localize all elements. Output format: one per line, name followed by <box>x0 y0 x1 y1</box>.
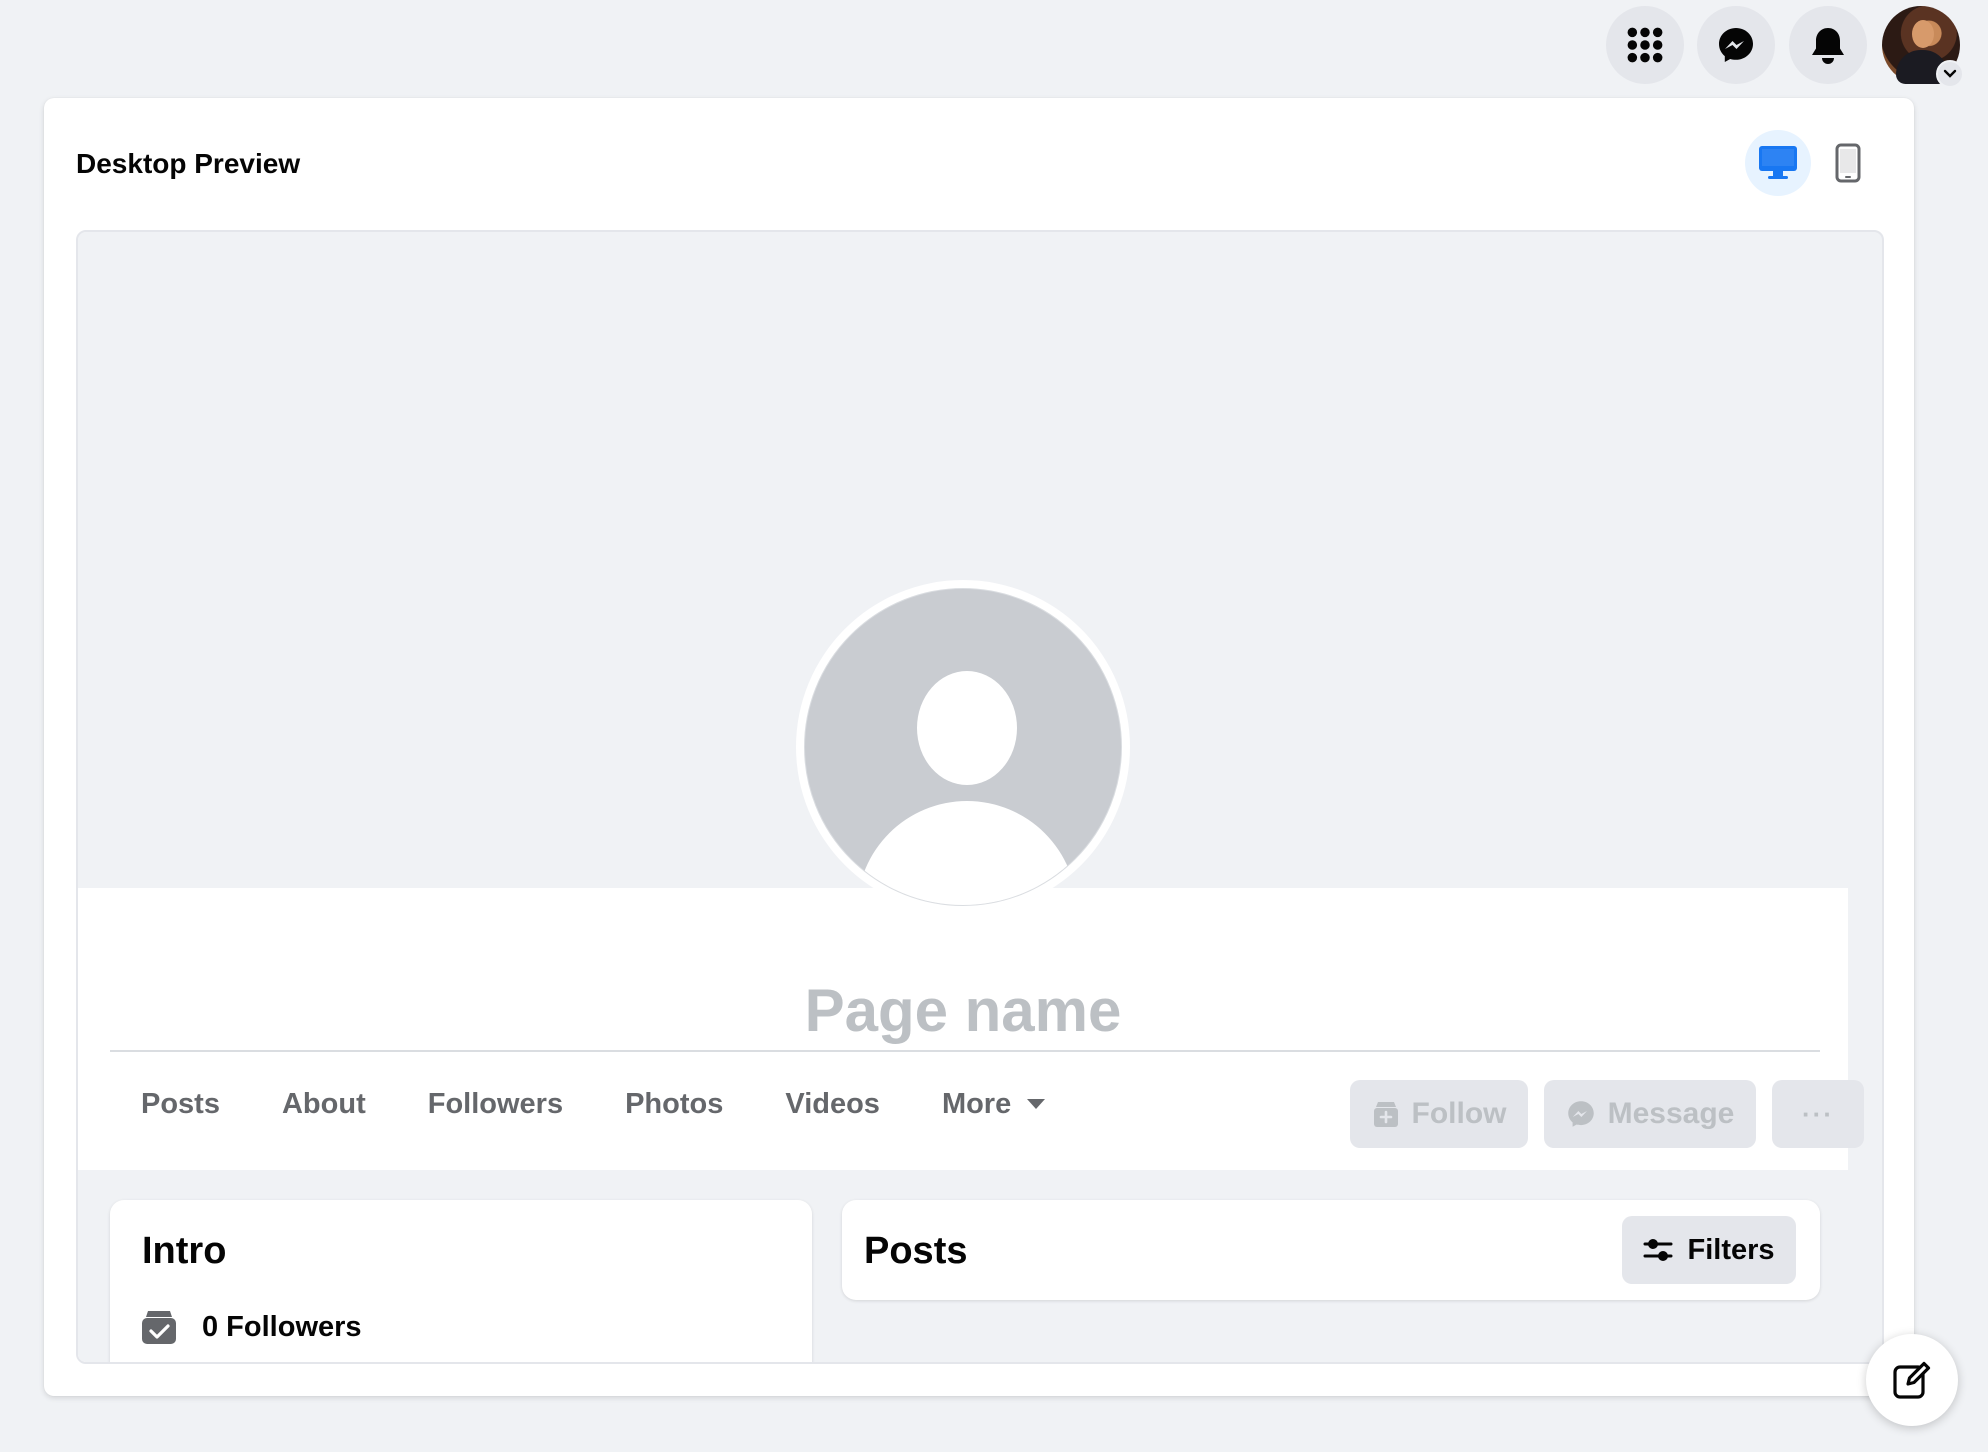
sliders-icon <box>1643 1239 1673 1261</box>
caret-down-icon <box>1027 1099 1046 1109</box>
notifications-button[interactable] <box>1789 6 1867 84</box>
intro-title: Intro <box>142 1230 227 1272</box>
tab-posts[interactable]: Posts <box>110 1068 251 1140</box>
followers-checkbox-icon <box>142 1311 176 1344</box>
tab-photos[interactable]: Photos <box>594 1068 754 1140</box>
tab-more[interactable]: More <box>911 1068 1076 1140</box>
account-avatar[interactable] <box>1882 6 1964 88</box>
message-button[interactable]: Message <box>1544 1080 1756 1148</box>
follow-button[interactable]: Follow <box>1350 1080 1528 1148</box>
messenger-button[interactable] <box>1697 6 1775 84</box>
page-name: Page name <box>804 977 1122 1044</box>
mobile-view-button[interactable] <box>1815 130 1881 196</box>
header-divider <box>110 1050 1820 1052</box>
avatar-face <box>1912 20 1934 48</box>
more-options-icon: ··· <box>1802 1098 1834 1129</box>
tab-followers[interactable]: Followers <box>397 1068 594 1140</box>
messenger-icon <box>1719 28 1753 62</box>
follow-icon <box>1373 1102 1398 1127</box>
filters-label: Filters <box>1687 1233 1775 1266</box>
desktop-monitor-icon <box>1759 146 1797 179</box>
menu-button[interactable] <box>1606 6 1684 84</box>
desktop-view-button[interactable] <box>1745 130 1811 196</box>
followers-count: 0 Followers <box>202 1310 362 1343</box>
default-avatar-icon <box>804 588 1122 906</box>
follow-label: Follow <box>1411 1097 1507 1130</box>
grid-menu-icon <box>1627 27 1663 63</box>
followers-count-row: 0 Followers <box>140 1308 362 1346</box>
page-preview-frame: Page name Posts About Followers Photos V… <box>76 230 1884 1364</box>
tab-videos[interactable]: Videos <box>754 1068 911 1140</box>
more-options-button[interactable]: ··· <box>1772 1080 1864 1148</box>
mobile-phone-icon <box>1835 143 1861 183</box>
posts-card: Posts Filters <box>842 1200 1820 1300</box>
profile-picture <box>796 580 1130 914</box>
posts-title: Posts <box>864 1230 968 1272</box>
message-label: Message <box>1607 1097 1735 1130</box>
profile-tabs: Posts About Followers Photos Videos More <box>110 1068 1076 1140</box>
intro-card: Intro 0 Followers <box>110 1200 812 1362</box>
edit-pencil-icon <box>1893 1361 1931 1399</box>
messenger-icon <box>1567 1101 1594 1127</box>
compose-button[interactable] <box>1866 1334 1958 1426</box>
tab-about[interactable]: About <box>251 1068 397 1140</box>
bell-icon <box>1812 28 1844 64</box>
account-chevron-icon[interactable] <box>1936 60 1964 88</box>
panel-title: Desktop Preview <box>76 148 301 179</box>
filters-button[interactable]: Filters <box>1622 1216 1796 1284</box>
desktop-preview-panel: Desktop Preview Page name Posts About Fo… <box>44 98 1914 1396</box>
